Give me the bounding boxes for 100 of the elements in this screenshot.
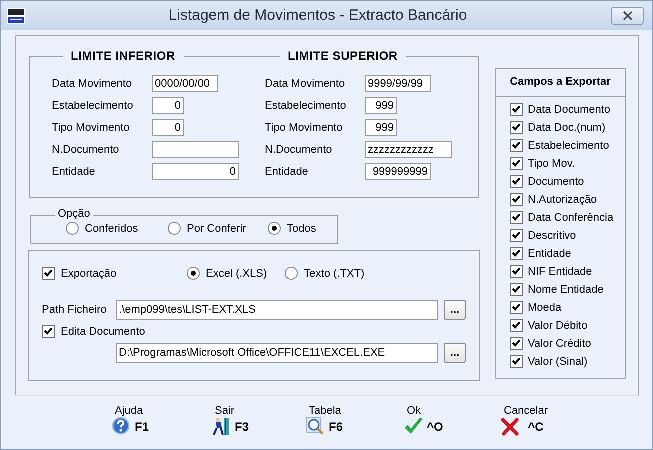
check-icon — [511, 338, 522, 349]
checkbox[interactable] — [510, 157, 523, 170]
input-field[interactable] — [152, 141, 239, 158]
checkbox-label[interactable]: Estabelecimento — [528, 140, 610, 152]
app-icon — [7, 8, 25, 24]
check-icon — [511, 320, 522, 331]
checkbox[interactable] — [510, 319, 523, 332]
input-field[interactable]: 0000/00/00 — [152, 75, 218, 92]
radio-button[interactable] — [66, 222, 79, 235]
checkbox[interactable] — [510, 355, 523, 368]
field-label: Estabelecimento — [265, 100, 348, 112]
checkmark-icon — [404, 417, 424, 436]
radio-button[interactable] — [285, 267, 298, 280]
help-icon — [112, 417, 132, 436]
input-field[interactable]: 999 — [365, 119, 397, 136]
check-icon — [511, 140, 522, 151]
check-icon — [43, 268, 54, 279]
checkbox[interactable] — [510, 301, 523, 314]
input-field[interactable]: 999999999 — [365, 163, 431, 180]
check-icon — [511, 248, 522, 259]
checkbox[interactable] — [510, 229, 523, 242]
field-label: Tipo Movimento — [265, 122, 344, 134]
checkbox-label[interactable]: Edita Documento — [61, 326, 146, 338]
checkbox-label[interactable]: Valor Débito — [528, 320, 588, 332]
checkbox-label[interactable]: Data Documento — [528, 104, 611, 116]
radio-button[interactable] — [268, 222, 281, 235]
checkbox[interactable] — [42, 267, 55, 280]
checkbox[interactable] — [510, 283, 523, 296]
radio-label[interactable]: Excel (.XLS) — [206, 268, 268, 280]
browse-button[interactable]: ... — [444, 343, 466, 363]
checkbox-label[interactable]: Entidade — [528, 248, 572, 260]
check-icon — [43, 326, 54, 337]
checkbox-label[interactable]: Moeda — [528, 302, 562, 314]
input-field[interactable]: 9999/99/99 — [365, 75, 431, 92]
input-field[interactable]: zzzzzzzzzzzz — [365, 141, 452, 158]
checkbox-label[interactable]: Valor (Sinal) — [528, 356, 588, 368]
check-icon — [511, 230, 522, 241]
checkbox-label[interactable]: Data Conferência — [528, 212, 614, 224]
checkbox-label[interactable]: Exportação — [61, 268, 151, 280]
panel-title: Campos a Exportar — [496, 69, 625, 97]
checkbox[interactable] — [510, 265, 523, 278]
field-label: N.Documento — [265, 144, 334, 156]
radio-button[interactable] — [187, 267, 200, 280]
input-field[interactable]: D:\Programas\Microsoft Office\OFFICE11\EXCEL.EXE — [116, 343, 438, 363]
field-label: Path Ficheiro — [42, 304, 108, 316]
field-label: Entidade — [52, 166, 96, 178]
function-key-button[interactable]: Sair F3 — [212, 405, 250, 436]
checkbox-label[interactable]: N.Autorização — [528, 194, 598, 206]
browse-button[interactable]: ... — [444, 300, 466, 320]
function-key-button[interactable]: Ok ^O — [404, 405, 444, 436]
checkbox-label[interactable]: Tipo Mov. — [528, 158, 576, 170]
check-icon — [511, 104, 522, 115]
radio-label[interactable]: Por Conferir — [187, 222, 246, 234]
input-field[interactable]: 0 — [152, 97, 184, 114]
checkbox[interactable] — [510, 175, 523, 188]
check-icon — [511, 356, 522, 367]
input-field[interactable]: 0 — [152, 163, 239, 180]
field-label: N.Documento — [52, 144, 120, 156]
field-label: Tipo Movimento — [52, 122, 131, 134]
input-field[interactable]: 0 — [152, 119, 184, 136]
checkbox[interactable] — [42, 325, 55, 338]
check-icon — [511, 284, 522, 295]
close-button[interactable] — [611, 6, 644, 24]
radio-label[interactable]: Conferidos — [85, 222, 138, 234]
checkbox[interactable] — [510, 247, 523, 260]
checkbox-label[interactable]: Valor Crédito — [528, 338, 592, 350]
check-icon — [511, 302, 522, 313]
checkbox[interactable] — [510, 193, 523, 206]
window-title: Listagem de Movimentos - Extracto Bancário — [168, 7, 468, 24]
radio-label[interactable]: Texto (.TXT) — [304, 268, 365, 280]
checkbox[interactable] — [510, 139, 523, 152]
checkbox[interactable] — [510, 121, 523, 134]
group-title: LIMITE INFERIOR — [63, 49, 184, 63]
field-label: Data Movimento — [52, 78, 134, 90]
checkbox[interactable] — [510, 337, 523, 350]
group-title: Opção — [55, 208, 94, 220]
field-label: Entidade — [265, 166, 310, 178]
radio-label[interactable]: Todos — [287, 222, 316, 234]
check-icon — [511, 266, 522, 277]
magnifier-icon — [306, 417, 326, 436]
check-icon — [511, 158, 522, 169]
checkbox-label[interactable]: Data Doc.(num) — [528, 122, 606, 134]
check-icon — [511, 212, 522, 223]
close-icon — [622, 10, 632, 20]
function-key-button[interactable]: Cancelar ^C — [501, 405, 548, 436]
walking-figure-icon — [212, 417, 232, 436]
function-key-button[interactable]: Tabela F6 — [306, 405, 344, 436]
checkbox-label[interactable]: Documento — [528, 176, 584, 188]
field-label: Data Movimento — [265, 78, 346, 90]
check-icon — [511, 176, 522, 187]
function-key-button[interactable]: Ajuda F1 — [112, 405, 150, 436]
input-field[interactable]: .\emp099\tes\LIST-EXT.XLS — [116, 300, 438, 320]
radio-button[interactable] — [168, 222, 181, 235]
checkbox-label[interactable]: Nome Entidade — [528, 284, 604, 296]
input-field[interactable]: 999 — [365, 97, 397, 114]
checkbox[interactable] — [510, 211, 523, 224]
checkbox-label[interactable]: NIF Entidade — [528, 266, 592, 278]
checkbox[interactable] — [510, 103, 523, 116]
checkbox-label[interactable]: Descritivo — [528, 230, 576, 242]
check-icon — [511, 194, 522, 205]
